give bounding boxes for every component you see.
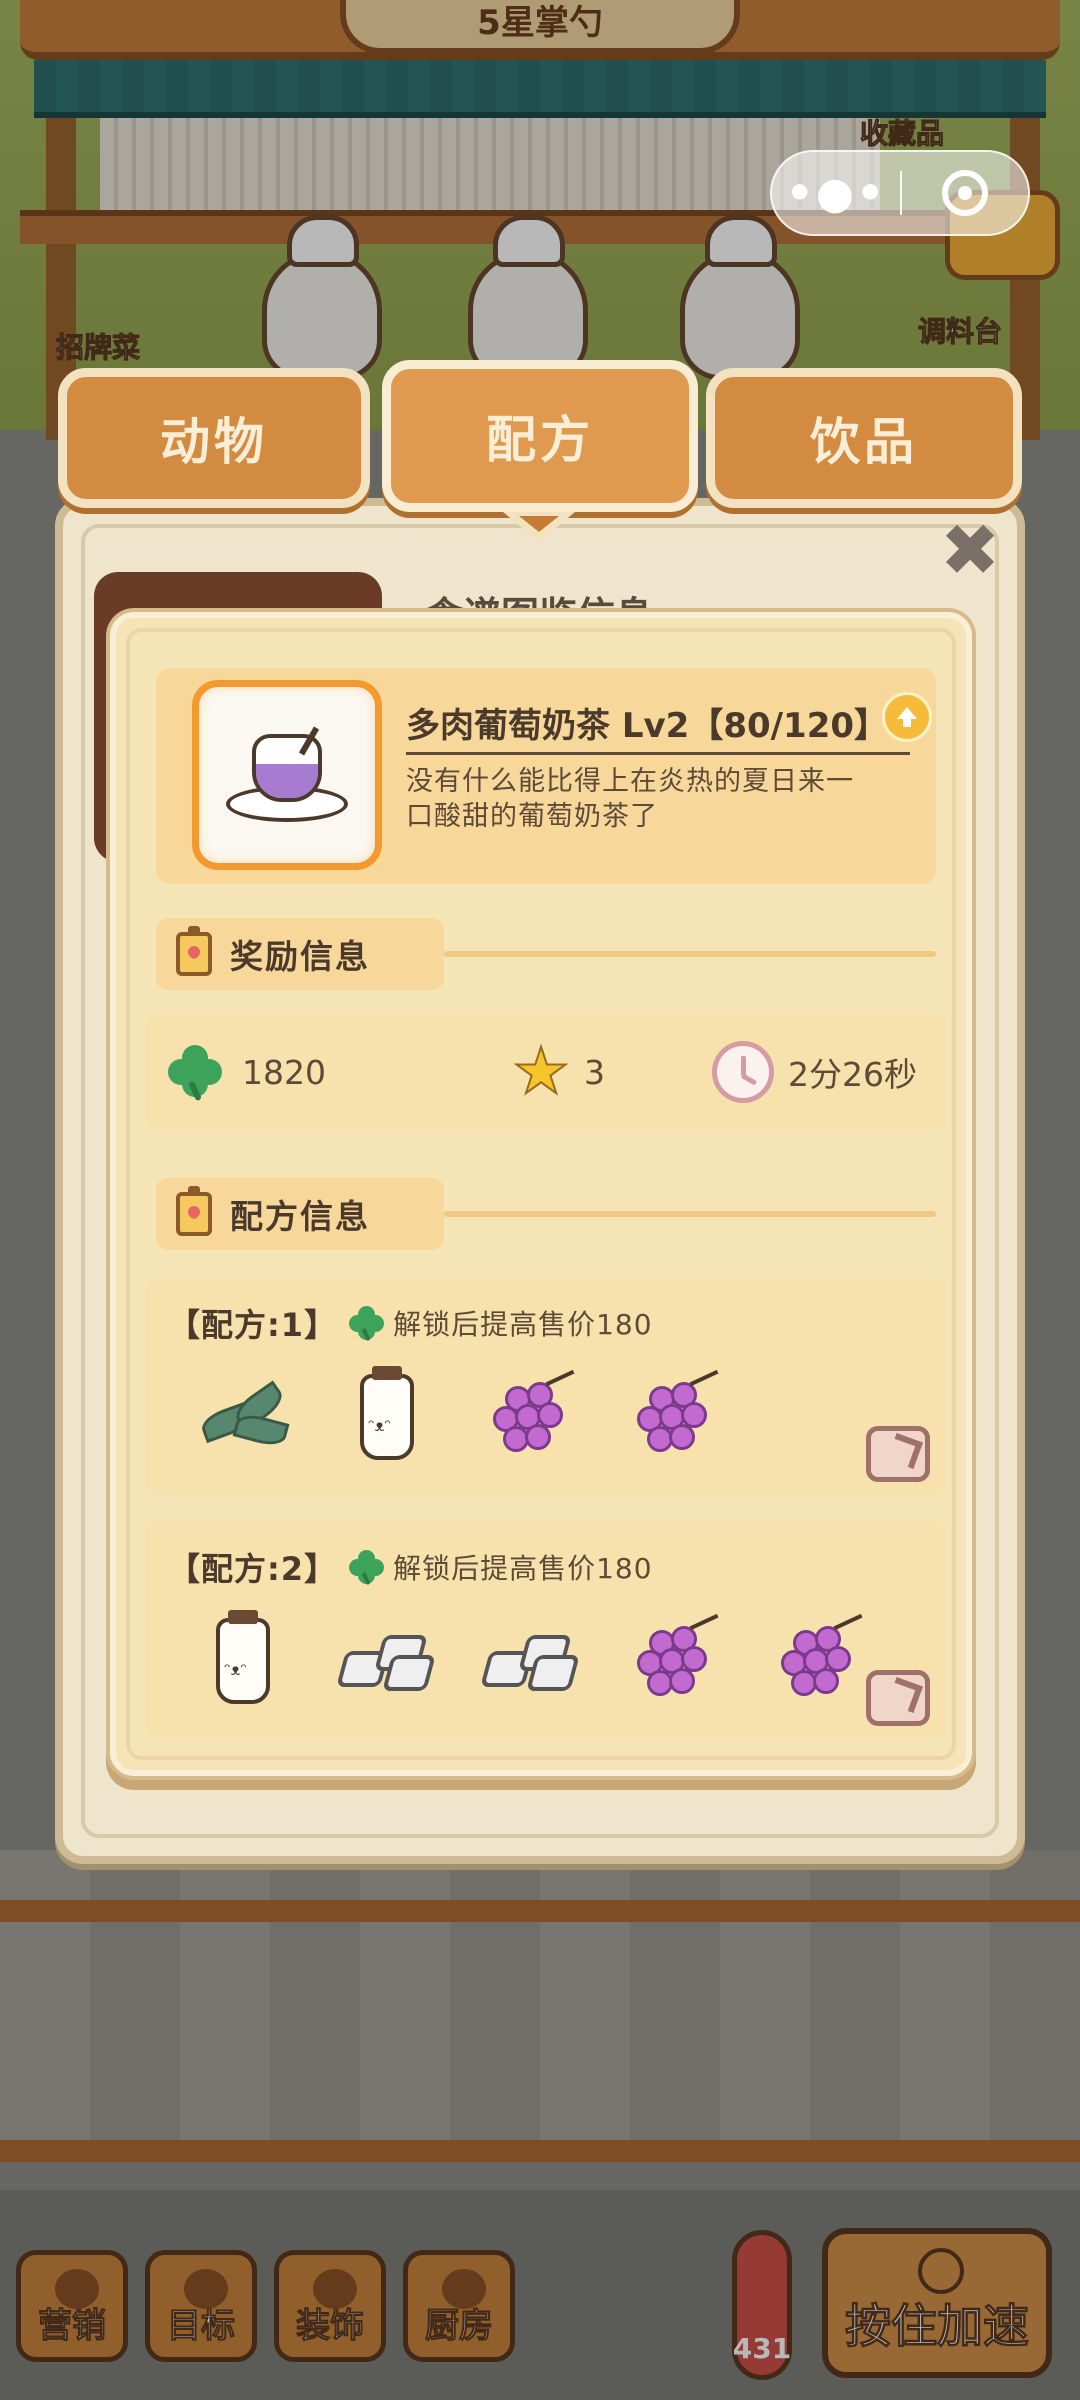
clover-icon (168, 1045, 222, 1102)
tab-label: 配方 (486, 411, 594, 469)
milk-bottle-icon (332, 1362, 442, 1472)
clover-value: 1820 (242, 1052, 326, 1092)
close-icon[interactable]: ✖ (940, 514, 1000, 586)
grape-icon (620, 1362, 730, 1472)
reward-row: 1820 ★ 3 2分26秒 (146, 1014, 946, 1130)
recipe-section-header: 配方信息 (156, 1178, 936, 1250)
upgrade-arrow-icon[interactable] (882, 692, 932, 742)
recipe-card-1: 【配方:1】 解锁后提高售价180 (146, 1278, 946, 1494)
clipboard-icon (176, 1186, 212, 1236)
active-tab-pointer (503, 512, 575, 548)
clover-icon (349, 1306, 385, 1342)
close-miniprogram-button[interactable] (902, 152, 1028, 234)
recipe-detail-dialog: 多肉葡萄奶茶 Lv2【80/120】 没有什么能比得上在炎热的夏日来一口酸甜的葡… (110, 612, 972, 1776)
reward-section-header: 奖励信息 (156, 918, 936, 990)
share-icon[interactable] (866, 1426, 930, 1482)
clover-icon (349, 1550, 385, 1586)
time-value: 2分26秒 (788, 1055, 917, 1094)
tab-recipes[interactable]: 配方 (382, 360, 698, 512)
clock-icon (712, 1041, 774, 1103)
recipe-number: 【配方:1】 (168, 1306, 338, 1344)
milk-bottle-icon (188, 1606, 298, 1716)
star-icon: ★ (511, 1035, 570, 1109)
star-value: 3 (584, 1052, 605, 1092)
recipe-card-2: 【配方:2】 解锁后提高售价180 (146, 1522, 946, 1738)
more-menu-button[interactable]: •●• (772, 152, 900, 234)
miniprogram-capsule: •●• (770, 150, 1030, 236)
tab-label: 饮品 (810, 413, 918, 471)
grape-icon (764, 1606, 874, 1716)
item-name: 多肉葡萄奶茶 Lv2【80/120】 (406, 706, 889, 746)
grape-milk-tea-icon (192, 680, 382, 870)
section-title: 配方信息 (230, 1197, 370, 1236)
tab-animals[interactable]: 动物 (58, 368, 370, 508)
tab-drinks[interactable]: 饮品 (706, 368, 1022, 508)
star-reward: ★ 3 (510, 1014, 605, 1130)
tofu-icon (476, 1606, 586, 1716)
tab-label: 动物 (160, 413, 268, 471)
more-dots-icon: •●• (785, 167, 887, 219)
tea-leaf-icon (188, 1362, 298, 1472)
item-description: 没有什么能比得上在炎热的夏日来一口酸甜的葡萄奶茶了 (406, 766, 854, 832)
recipe-number: 【配方:2】 (168, 1550, 338, 1588)
grape-icon (476, 1362, 586, 1472)
section-title: 奖励信息 (230, 937, 370, 976)
share-icon[interactable] (866, 1670, 930, 1726)
item-card: 多肉葡萄奶茶 Lv2【80/120】 没有什么能比得上在炎热的夏日来一口酸甜的葡… (156, 668, 936, 884)
recipe-bonus: 解锁后提高售价180 (393, 1308, 653, 1341)
name-underline (406, 752, 910, 755)
recipe-bonus: 解锁后提高售价180 (393, 1552, 653, 1585)
clipboard-icon (176, 926, 212, 976)
time-reward: 2分26秒 (712, 1014, 917, 1130)
grape-icon (620, 1606, 730, 1716)
clover-reward: 1820 (168, 1014, 326, 1130)
exit-target-icon (941, 170, 988, 216)
tofu-icon (332, 1606, 442, 1716)
